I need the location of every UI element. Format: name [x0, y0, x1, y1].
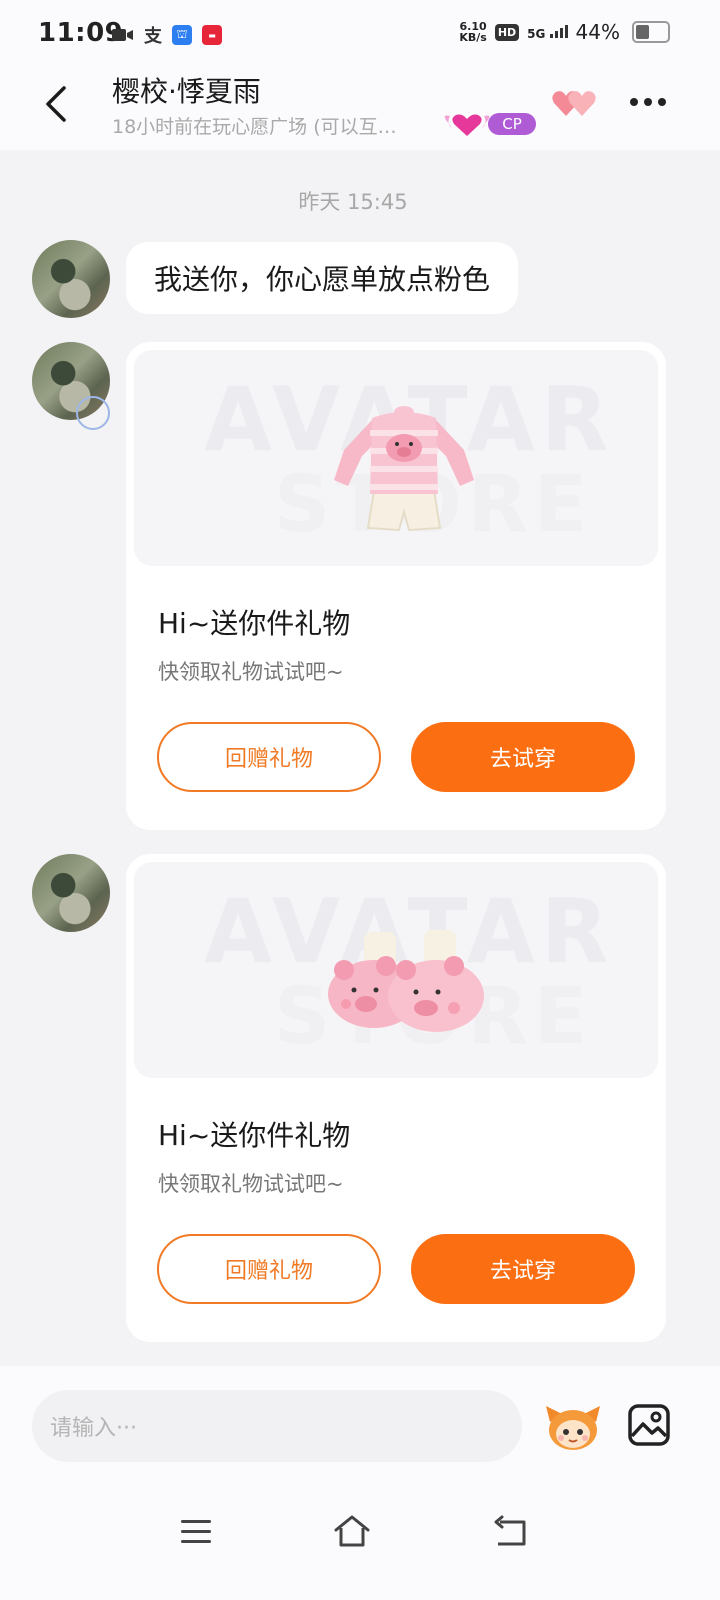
mascot-emoji-button[interactable] [544, 1400, 602, 1452]
dot-icon [630, 98, 638, 106]
alipay-icon: 支 [144, 26, 162, 47]
system-nav-bar [0, 1486, 720, 1600]
gift-title: Hi~送你件礼物 [158, 607, 351, 640]
status-notification-icons: 支 ⛫ ▬ [112, 22, 222, 48]
image-icon [628, 1404, 670, 1446]
image-picker-button[interactable] [628, 1404, 670, 1446]
signal-icon: 5G [527, 24, 568, 41]
back-icon [494, 1515, 526, 1546]
message-text: 我送你，你心愿单放点粉色 [154, 263, 491, 296]
home-icon [334, 1515, 370, 1547]
video-icon [112, 29, 133, 41]
gift-card[interactable]: AVATAR STORE Hi~送你件礼物 快领取礼物试试吧~ 回赠礼物 去试穿 [126, 854, 666, 1342]
pajamas-icon [334, 406, 474, 532]
pig-slippers-icon [328, 930, 484, 1032]
menu-button[interactable] [176, 1512, 216, 1552]
status-bar: 11:09 支 ⛫ ▬ 6.10 KB/s HD 5G 44% [0, 0, 720, 70]
message-input[interactable]: 请输入··· [32, 1390, 522, 1462]
try-on-button[interactable]: 去试穿 [411, 722, 635, 792]
dot-icon [658, 98, 666, 106]
hearts-icon [552, 91, 596, 116]
app-icon-blue: ⛫ [172, 25, 192, 45]
gift-subtitle: 快领取礼物试试吧~ [158, 1172, 344, 1196]
signal-label: 5G [527, 26, 546, 41]
network-speed: 6.10 KB/s [459, 21, 486, 43]
loading-ring-icon [76, 396, 110, 430]
cp-label: CP [488, 113, 536, 135]
gift-subtitle: 快领取礼物试试吧~ [158, 660, 344, 684]
back-nav-button[interactable] [490, 1512, 530, 1552]
network-speed-unit: KB/s [459, 31, 487, 44]
return-gift-button[interactable]: 回赠礼物 [157, 722, 381, 792]
winged-heart-icon [444, 114, 490, 136]
more-options-button[interactable] [630, 98, 666, 106]
gift-image: AVATAR STORE [134, 862, 658, 1078]
mascot-icon [546, 1406, 600, 1450]
gift-title: Hi~送你件礼物 [158, 1119, 351, 1152]
intimacy-hearts-icon[interactable] [550, 86, 600, 122]
battery-fill [636, 25, 649, 39]
message-bubble[interactable]: 我送你，你心愿单放点粉色 [126, 242, 519, 314]
app-icon-red: ▬ [202, 25, 222, 45]
gift-image: AVATAR STORE [134, 350, 658, 566]
gift-card[interactable]: AVATAR STORE Hi~送你件礼物 快领取礼物试试吧~ 回赠礼物 去试穿 [126, 342, 666, 830]
chat-header: 樱校·悸夏雨 18小时前在玩心愿广场 (可以互… CP [0, 70, 720, 150]
chevron-left-icon [46, 86, 66, 122]
contact-name: 樱校·悸夏雨 [112, 75, 261, 108]
try-on-button[interactable]: 去试穿 [411, 1234, 635, 1304]
dot-icon [644, 98, 652, 106]
signal-bars-icon [549, 24, 568, 38]
battery-icon [632, 21, 670, 43]
status-right: 6.10 KB/s HD 5G 44% [459, 20, 670, 44]
message-timestamp: 昨天 15:45 [298, 190, 408, 214]
input-bar: 请输入··· [0, 1366, 720, 1486]
avatar[interactable] [32, 854, 110, 932]
cp-badge[interactable]: CP [442, 110, 536, 138]
home-button[interactable] [332, 1512, 372, 1552]
back-button[interactable] [36, 84, 76, 124]
return-gift-button[interactable]: 回赠礼物 [157, 1234, 381, 1304]
menu-icon [181, 1520, 211, 1543]
contact-status: 18小时前在玩心愿广场 (可以互… [112, 116, 397, 138]
status-time: 11:09 [38, 18, 124, 48]
battery-percent: 44% [575, 20, 620, 44]
hd-icon: HD [494, 23, 520, 41]
avatar[interactable] [32, 240, 110, 318]
